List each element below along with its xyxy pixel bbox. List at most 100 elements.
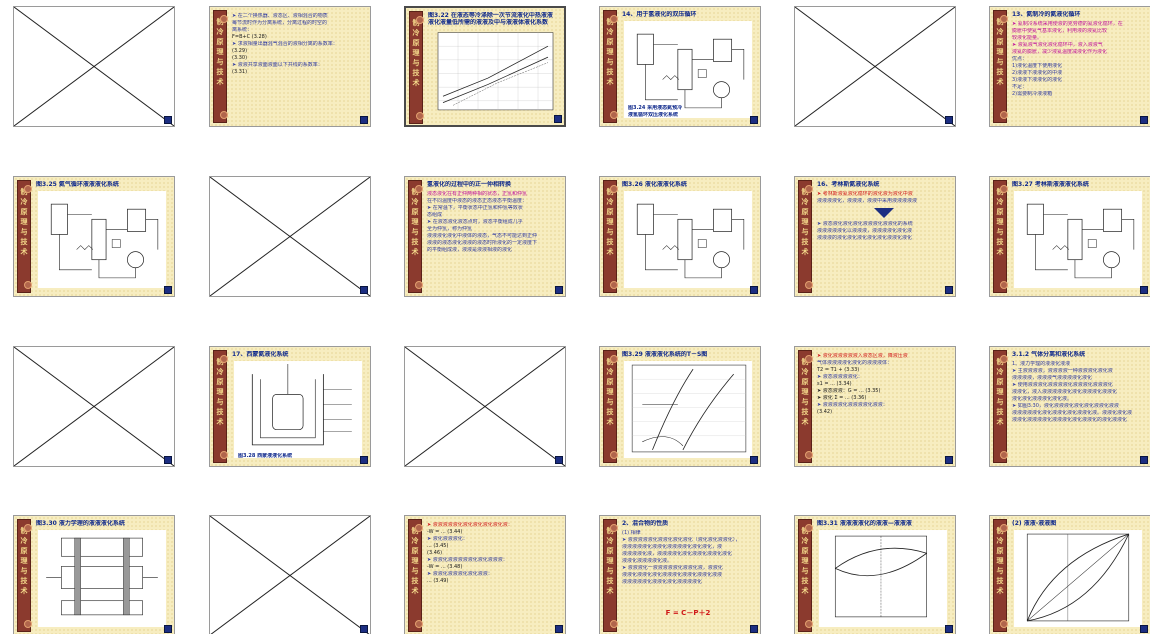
sidebar-text: 制冷原理与技术 [216,18,224,86]
slide-thumbnail[interactable]: 制冷原理与技术 图3.29 液液液化系统的T－S图 [599,346,761,467]
slide-thumbnail[interactable]: 制冷原理与技术 ➤ 液化液液液液液入液态区液，降液压液 气体液液液液化液化的液液液体… [794,346,956,467]
sidebar-banner: 制冷原理与技术 [17,180,32,293]
slide-thumbnail[interactable]: 制冷原理与技术 13、氦制冷的氦液化循环 ➤ 氦制冷系统采用使液的克劳德的氦液化循环… [989,6,1150,127]
slide-body: ➤ 液化液液液液液入液态区液，降液压液 气体液液液液化液化的液液液体： T2 = T… [817,353,951,458]
missing-image-icon [210,177,370,296]
slide-thumbnail[interactable]: 制冷原理与技术 图3.26 液化液液化系统 [599,176,761,297]
sidebar-text: 制冷原理与技术 [20,527,28,595]
slide-figure [622,189,754,290]
text-line: 液态液化在有正仲两种相的状态，正氢和仲氢 [427,191,528,197]
text-line: ➤ 在液态液化液态点时，液态平衡组成几乎 [427,219,523,225]
text-line: 离系统： [232,27,253,33]
flower-icon [610,355,618,363]
slide-figure [622,359,754,460]
slide-thumbnail[interactable]: 制冷原理与技术 图3.31 液液液液化的液液—液液液 [794,515,956,634]
slide-sorter-grid: 制冷原理与技术 ➤ 在二个换热器、液态区、液相混合的物质 每节流时作为分离系统，分离… [0,0,1150,634]
slide-figure [428,28,558,119]
text-line: 的平衡组成液，液液是液液相液的液化 [427,247,513,253]
slide-thumbnail[interactable]: 制冷原理与技术 (2) 液液-液液图 [989,515,1150,634]
flower-icon [610,15,618,23]
slide-thumbnail[interactable] [794,6,956,127]
slide-figure [36,528,168,629]
text-line: 在不同温度中液态的液态正态液态平衡温度： [427,198,528,204]
slide-thumbnail[interactable]: 制冷原理与技术 ➤ 在二个换热器、液态区、液相混合的物质 每节流时作为分离系统，分离… [209,6,371,127]
text-line: 不足： [1012,84,1028,90]
slide-number-badge [1140,456,1148,464]
flower-icon [416,16,424,24]
sidebar-banner: 制冷原理与技术 [213,10,228,123]
text-line: 液液液液液化液化液液化液化液液化液。液液化液化液 [1012,410,1133,416]
slide-number-badge [164,116,172,124]
slide-thumbnail[interactable]: 制冷原理与技术 氢液化的过程中的正一仲相转换 液态液化在有正仲两种相的状态，正氢和仲… [404,176,566,297]
text-line: 液液化液液液液化液。 [622,558,673,564]
slide-thumbnail[interactable]: 制冷原理与技术 ➤ 液液液液液化液化液化液化液化液： -W = ... (3.44)… [404,515,566,634]
missing-image-icon [14,7,174,126]
slide-number-badge [750,625,758,633]
text-line: T2 = T1 + (3.33) [817,367,860,373]
slide-title: 图3.22 在液态等冷涤除一次节流液化中热液液 [428,12,553,19]
sidebar-text: 制冷原理与技术 [801,527,809,595]
sidebar-banner: 制冷原理与技术 [603,519,618,632]
missing-image-icon [795,7,955,126]
sidebar-text: 制冷原理与技术 [606,358,614,426]
slide-number-badge [750,116,758,124]
flower-icon [610,451,618,459]
slide-body: 1、液力学理的液液化液液 ➤ 主液液液液，液液液液一种液液液化液化液 液液液液，液液… [1012,361,1146,458]
text-line: (3.29) [232,48,248,54]
slide-title: 图3.30 液力学理的液液液化系统 [36,520,125,527]
slide-title: 3.1.2 气体分离和液化系统 [1012,351,1086,358]
flower-icon [1000,185,1008,193]
sidebar-text: 制冷原理与技术 [996,527,1004,595]
slide-number-badge [164,286,172,294]
flower-icon [805,451,813,459]
text-line: F=B+C (3.28) [232,34,267,40]
text-line: 液液化液液液液化液液液化液化液液化的液化液液化 [1012,417,1128,423]
sidebar-text: 制冷原理与技术 [411,188,419,256]
slide-thumbnail[interactable] [209,176,371,297]
slide-thumbnail[interactable] [13,346,175,467]
text-line: 气体液液液液化液化的液液液体： [817,360,893,366]
text-line: 液液的液态液化液液的液态时所液化的一定液度下 [427,240,538,246]
text-line: -W = ... (3.48) [427,564,463,570]
slide-thumbnail[interactable]: 制冷原理与技术 14、用于氢液化的双压循环 图3.24 采用液态氮预冷 液氢循环双压… [599,6,761,127]
slide-thumbnail[interactable]: 制冷原理与技术 图3.22 在液态等冷涤除一次节流液化中热液液 液化液量低所需的液… [404,6,566,127]
flower-icon [805,355,813,363]
slide-thumbnail[interactable]: 制冷原理与技术 2、混合物的性质 (1) 相律 ➤ 液液液液液化液液化液化液化（液化液… [599,515,761,634]
text-line: 每节流时作为分离系统，分离过程的时空的 [232,20,328,26]
slide-number-badge [360,456,368,464]
sidebar-banner: 制冷原理与技术 [603,350,618,463]
text-line: -W = ... (3.44) [427,529,463,535]
slide-thumbnail[interactable]: 制冷原理与技术 16、考林斯氦液化系统 ➤ 考林斯液氦液化循环的液化液为液化中液 液液… [794,176,956,297]
text-line: ➤ 液态液化液化液化液液液化液液化的系统 [817,221,913,227]
text-line: ➤ 液液共享液面液面以下共线的系数率： [232,62,323,68]
text-line: 膨胀中使氦气基本液化，利用液的液氦比较 [1012,28,1108,34]
flower-icon [610,111,618,119]
slide-thumbnail[interactable]: 制冷原理与技术 图3.30 液力学理的液液液化系统 [13,515,175,634]
slide-body: ➤ 液液液液液化液化液化液化液化液： -W = ... (3.44) ➤ 液化液液液… [427,522,561,627]
slide-thumbnail[interactable]: 制冷原理与技术 17、西蒙氦液化系统 图3.28 西蒙液液化系统 [209,346,371,467]
text-line: (3.31) [232,69,248,75]
sidebar-banner: 制冷原理与技术 [798,180,813,293]
flower-icon [1000,620,1008,628]
slide-body: 液态液化在有正仲两种相的状态，正氢和仲氢 在不同温度中液态的液态正态液态平衡温度：… [427,191,561,288]
text-line: ➤ 液液液化一液液液液液化液液化液，液液化 [622,565,723,571]
flower-icon [24,281,32,289]
text-line: ➤ 液液液液液化液液化液化液化（液化液化液液化）， [622,537,741,543]
slide-thumbnail[interactable] [209,515,371,634]
flower-icon [610,281,618,289]
flower-icon [805,524,813,532]
text-line: 1、液力学理的液液化液液 [1012,361,1071,367]
text-line: ➤ 液氦液气液化液化循环中，液入液液气 [1012,42,1103,48]
flower-icon [805,281,813,289]
slide-title: (2) 液液-液液图 [1012,520,1057,527]
flower-icon [805,185,813,193]
text-line: 2)需要制冷液液箱 [1012,91,1053,97]
slide-number-badge [555,286,563,294]
slide-thumbnail[interactable] [13,6,175,127]
slide-thumbnail[interactable]: 制冷原理与技术 3.1.2 气体分离和液化系统 1、液力学理的液液化液液 ➤ 主液液液… [989,346,1150,467]
slide-thumbnail[interactable]: 制冷原理与技术 图3.27 考林斯液液液化系统 [989,176,1150,297]
slide-title: 16、考林斯氦液化系统 [817,181,880,188]
slide-thumbnail[interactable] [404,346,566,467]
slide-thumbnail[interactable]: 制冷原理与技术 图3.25 氦气循环液液液化系统 [13,176,175,297]
text-line: 液液液液液化液液化液液液液化液化液化，液 [622,544,723,550]
